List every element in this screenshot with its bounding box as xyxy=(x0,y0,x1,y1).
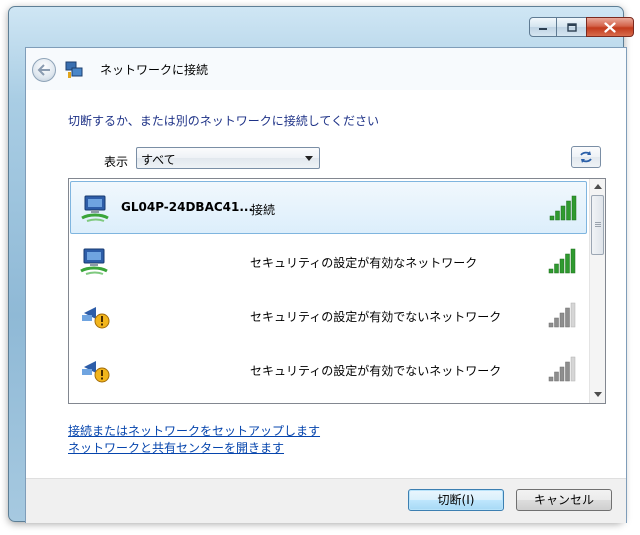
signal-bar xyxy=(554,317,559,328)
signal-bar xyxy=(559,258,565,274)
thumb-grip xyxy=(595,226,601,227)
signal-bar xyxy=(571,195,577,221)
signal-bar xyxy=(549,215,555,221)
network-list-item[interactable]: セキュリティの設定が有効でないネットワーク xyxy=(70,289,587,342)
network-sharing-center-link[interactable]: ネットワークと共有センターを開きます xyxy=(68,439,284,456)
signal-strength-icon xyxy=(548,302,576,328)
network-list-item[interactable]: セキュリティの設定が有効でないネットワーク xyxy=(70,343,587,396)
unsecured-network-warning-icon xyxy=(82,361,110,383)
signal-strength-icon xyxy=(549,195,577,221)
disconnect-button[interactable]: 切断(I) xyxy=(408,489,504,511)
page-heading: 切断するか、または別のネットワークに接続してください xyxy=(68,114,380,128)
signal-bar xyxy=(559,366,565,382)
signal-bar xyxy=(560,205,566,221)
signal-bar xyxy=(554,371,559,382)
network-list-item[interactable]: GL04P-24DBAC41... 接続 xyxy=(70,181,587,234)
vertical-scrollbar[interactable] xyxy=(589,179,605,403)
refresh-icon xyxy=(580,151,592,163)
scrollbar-thumb[interactable] xyxy=(591,195,604,255)
minimize-icon xyxy=(539,28,547,30)
network-list-item[interactable]: セキュリティの設定が有効なネットワーク xyxy=(70,235,587,288)
back-arrow-icon xyxy=(37,64,50,76)
network-status: セキュリティの設定が有効でないネットワーク xyxy=(250,310,502,324)
network-status: 接続 xyxy=(251,203,276,217)
setup-connection-link[interactable]: 接続またはネットワークをセットアップします xyxy=(68,422,320,439)
filter-dropdown[interactable]: すべて xyxy=(136,147,320,169)
signal-bar xyxy=(566,200,571,221)
signal-bar xyxy=(570,356,576,382)
signal-strength-icon xyxy=(548,356,576,382)
network-status: セキュリティの設定が有効でないネットワーク xyxy=(250,364,502,378)
maximize-button[interactable] xyxy=(556,17,587,37)
filter-label: 表示 xyxy=(104,155,129,169)
signal-strength-icon xyxy=(548,248,576,274)
signal-bar xyxy=(548,268,554,274)
thumb-grip xyxy=(595,222,601,223)
wireless-network-icon xyxy=(80,248,108,275)
signal-bar xyxy=(548,322,554,328)
wireless-network-icon xyxy=(81,195,109,222)
close-icon xyxy=(604,21,616,33)
navigation-bar: ネットワークに接続 xyxy=(26,48,626,90)
maximize-icon xyxy=(566,22,577,32)
network-ssid: GL04P-24DBAC41... xyxy=(121,200,254,214)
window-frame: ネットワークに接続 切断するか、または別のネットワークに接続してください 表示 … xyxy=(8,6,634,523)
signal-bar xyxy=(554,263,559,274)
unsecured-network-warning-icon xyxy=(82,307,110,329)
signal-bar xyxy=(555,210,560,221)
caption-buttons xyxy=(529,17,634,37)
network-connect-icon xyxy=(65,61,83,78)
minimize-button[interactable] xyxy=(529,17,557,37)
signal-bar xyxy=(570,302,576,328)
filter-selected-value: すべて xyxy=(141,153,176,167)
network-status: セキュリティの設定が有効なネットワーク xyxy=(250,256,478,270)
thumb-grip xyxy=(595,224,601,225)
back-button[interactable] xyxy=(32,58,56,82)
signal-bar xyxy=(548,376,554,382)
signal-bar xyxy=(565,307,570,328)
dialog-client-area: ネットワークに接続 切断するか、または別のネットワークに接続してください 表示 … xyxy=(25,47,627,523)
signal-bar xyxy=(565,361,570,382)
cancel-button[interactable]: キャンセル xyxy=(516,489,612,511)
signal-bar xyxy=(559,312,565,328)
window-title: ネットワークに接続 xyxy=(100,63,209,77)
network-list[interactable]: GL04P-24DBAC41... 接続セキュリティの設定が有効なネットワークセキ… xyxy=(68,178,606,404)
chevron-down-icon xyxy=(305,156,313,161)
refresh-button[interactable] xyxy=(571,146,601,168)
scroll-down-arrow-icon[interactable] xyxy=(594,392,602,397)
signal-bar xyxy=(565,253,570,274)
close-button[interactable] xyxy=(586,17,634,37)
dialog-footer: 切断(I) キャンセル xyxy=(26,478,626,523)
signal-bar xyxy=(570,248,576,274)
scroll-up-arrow-icon[interactable] xyxy=(594,184,602,189)
